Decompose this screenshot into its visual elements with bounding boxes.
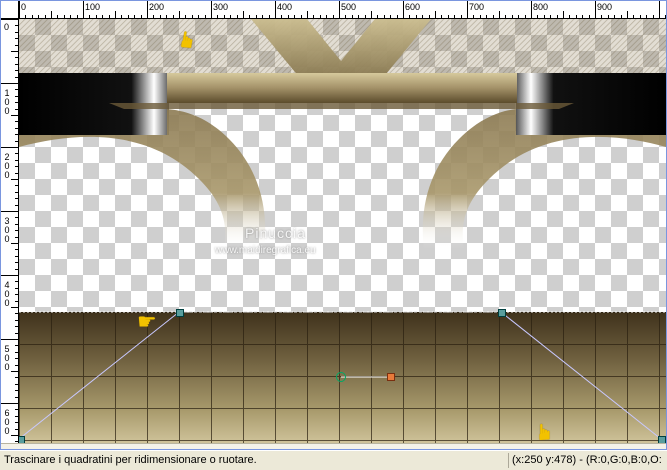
hruler-label-800: 800 [533,2,549,12]
hruler-label-400: 400 [277,2,293,12]
vruler-label-400: 400 [4,280,10,308]
rotation-handle-icon[interactable] [387,373,395,381]
hruler-label-600: 600 [405,2,421,12]
image-window: 0 100 200 300 400 500 600 700 800 900 0 … [0,0,667,450]
vruler-label-600: 600 [4,408,10,436]
vruler-label-500: 500 [4,344,10,372]
vertical-ruler: 0 100 200 300 400 500 600 [1,19,19,443]
handle-top-right[interactable] [498,309,506,317]
watermark-title: Pinuccia [245,225,306,241]
horizontal-scrollbar[interactable] [1,443,666,449]
vruler-label-300: 300 [4,216,10,244]
vruler-label-100: 100 [4,88,10,116]
hruler-label-500: 500 [341,2,357,12]
pointing-hand-icon: ☛ [531,422,557,442]
vruler-label-200: 200 [4,152,10,180]
status-coordinates: (x:250 y:478) - (R:0,G:0,B:0,O: [512,454,662,466]
handle-bottom-right[interactable] [658,436,666,443]
status-message: Trascinare i quadratini per ridimensiona… [4,454,257,466]
pivot-point[interactable] [336,372,346,382]
pointing-hand-icon: ☛ [173,28,202,52]
handle-bottom-left[interactable] [19,436,25,443]
image-canvas[interactable]: Pinuccia www.maidiregrafica.eu ☛ ☛ ☛ [19,19,666,443]
vruler-label-0: 0 [4,22,10,32]
hruler-label-300: 300 [213,2,229,12]
hruler-label-0: 0 [21,2,27,12]
hruler-label-900: 900 [597,2,613,12]
pointing-hand-icon: ☛ [137,309,157,334]
ruler-corner [1,1,19,19]
status-divider [508,453,509,468]
handle-top-left[interactable] [176,309,184,317]
hruler-label-200: 200 [149,2,165,12]
status-bar: Trascinare i quadratini per ridimensiona… [0,450,667,470]
hruler-label-100: 100 [85,2,101,12]
horizontal-ruler: 0 100 200 300 400 500 600 700 800 900 [19,1,666,19]
watermark-url: www.maidiregrafica.eu [215,245,316,256]
hruler-label-700: 700 [469,2,485,12]
